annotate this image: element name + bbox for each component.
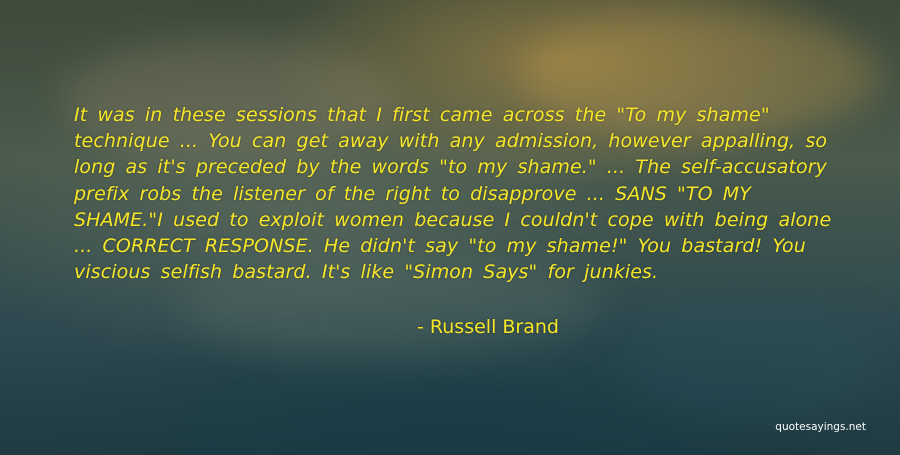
quote-text: It was in these sessions that I first ca… — [74, 104, 832, 284]
quote-author: - Russell Brand — [417, 316, 559, 338]
quote-author-line: - Russell Brand — [0, 314, 900, 340]
site-watermark: quotesayings.net — [775, 421, 866, 433]
